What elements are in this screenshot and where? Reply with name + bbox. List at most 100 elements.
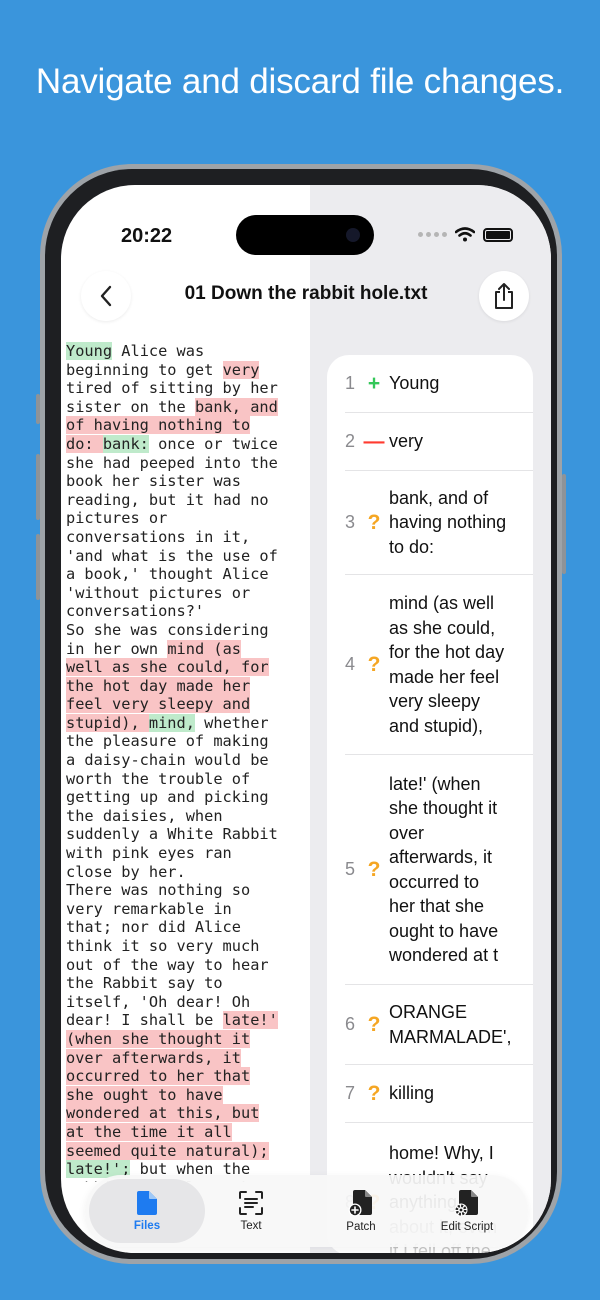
removed-text[interactable]: the hot day made her <box>66 676 251 695</box>
change-row[interactable]: 4? mind (as well as she could, for the ho… <box>345 575 533 755</box>
text-segment: think it so very much <box>66 937 260 955</box>
text-line: itself, 'Oh dear! Oh <box>66 993 311 1012</box>
removed-text[interactable]: very <box>222 360 260 379</box>
text-line: wondered at this, but <box>66 1104 311 1123</box>
text-segment: Alice was <box>112 342 205 360</box>
change-row[interactable]: 5? late!' (when she thought it over after… <box>345 755 533 985</box>
removed-text[interactable]: stupid), <box>66 713 149 732</box>
text-segment: tired of sitting by her <box>66 379 278 398</box>
tab-label: Patch <box>346 1221 376 1233</box>
changes-list: 1 + Young 2 — very 3? bank, and of having nothi… <box>327 355 533 1253</box>
text-line: sister on the bank, and <box>66 397 311 417</box>
removed-text[interactable]: (when she thought it <box>66 1029 251 1048</box>
text-segment: reading, but it had no <box>66 490 269 509</box>
text-line: dear! I shall be late!' <box>66 1011 311 1030</box>
text-line: beginning to get very <box>66 360 311 380</box>
share-button[interactable] <box>479 271 529 321</box>
text-line: over afterwards, it <box>66 1048 311 1068</box>
text-segment: a daisy-chain would be <box>66 751 269 770</box>
change-text: bank, and of having nothing to do: <box>389 487 507 557</box>
text-line: well as she could, for <box>66 658 311 677</box>
removed-text[interactable]: do: <box>66 434 103 453</box>
question-icon: ? <box>367 652 381 676</box>
removed-text[interactable]: occurred to her that <box>66 1067 251 1086</box>
change-text: very <box>389 431 424 452</box>
removed-text[interactable]: over afterwards, it <box>66 1048 241 1067</box>
text-segment: conversations?' <box>66 602 205 621</box>
removed-text[interactable]: late!' <box>222 1011 278 1030</box>
status-icons <box>418 227 513 242</box>
text-line: feel very sleepy and <box>66 695 311 714</box>
change-row[interactable]: 1 + Young <box>345 355 533 413</box>
change-text: ORANGE MARMALADE', <box>389 1002 512 1047</box>
text-line: the daisies, when <box>66 807 311 826</box>
tab-edit-script[interactable]: Edit Script <box>415 1179 519 1243</box>
text-segment: suddenly a White Rabbit <box>66 825 278 844</box>
tab-text[interactable]: Text <box>199 1179 303 1243</box>
text-line: 'without pictures or <box>66 584 311 603</box>
added-text[interactable]: bank: <box>102 434 149 453</box>
file-text-view[interactable]: Young Alice was beginning to get very tire… <box>66 342 311 1182</box>
text-line: conversations in it, <box>66 528 311 547</box>
text-line: reading, but it had no <box>66 491 311 510</box>
change-number: 5 <box>345 859 356 879</box>
tab-label: Files <box>133 1220 161 1232</box>
text-line: 'and what is the use of <box>66 547 311 566</box>
text-segment: the daisies, when <box>66 806 223 825</box>
text-line: of having nothing to <box>66 416 311 435</box>
removed-text[interactable]: well as she could, for <box>66 658 269 677</box>
text-line: out of the way to hear <box>66 956 311 975</box>
text-segment: once or twice <box>148 434 278 453</box>
change-row[interactable]: 6? ORANGE MARMALADE', <box>345 985 533 1065</box>
change-number: 7 <box>345 1083 356 1103</box>
removed-text[interactable]: feel very sleepy and <box>66 695 251 714</box>
added-text[interactable]: mind, <box>148 713 195 732</box>
text-line: she ought to have <box>66 1085 311 1105</box>
change-row[interactable]: 3? bank, and of having nothing to do: <box>345 471 533 575</box>
tab-label: Edit Script <box>440 1221 494 1233</box>
removed-text[interactable]: seemed quite natural); <box>66 1141 269 1160</box>
text-segment: sister on the <box>66 397 195 416</box>
removed-text[interactable]: mind (as <box>167 639 241 658</box>
text-scan-icon <box>239 1191 263 1215</box>
text-line: (when she thought it <box>66 1029 311 1049</box>
plus-icon: + <box>367 371 381 395</box>
dynamic-island <box>236 215 374 255</box>
question-icon: ? <box>367 1081 381 1105</box>
text-line: a daisy-chain would be <box>66 751 311 770</box>
change-number: 6 <box>345 1014 356 1034</box>
text-line: in her own mind (as <box>66 639 311 659</box>
text-segment: getting up and picking <box>66 788 269 807</box>
text-line: occurred to her that <box>66 1067 311 1086</box>
text-line: close by her. <box>66 863 311 882</box>
question-icon: ? <box>367 1012 381 1036</box>
status-time: 20:22 <box>121 225 173 247</box>
back-button[interactable] <box>81 271 131 321</box>
change-row[interactable]: 2 — very <box>345 413 533 471</box>
removed-text[interactable]: of having nothing to <box>66 416 251 435</box>
text-segment: out of the way to hear <box>66 955 269 974</box>
tab-bar: Files Text Patch Edit Script <box>85 1175 528 1247</box>
file-title: 01 Down the rabbit hole.txt <box>184 283 428 304</box>
added-text[interactable]: Young <box>66 342 113 360</box>
text-line: tired of sitting by her <box>66 379 311 398</box>
change-text: Young <box>389 373 440 394</box>
text-segment: worth the trouble of <box>66 769 251 788</box>
removed-text[interactable]: wondered at this, but <box>66 1104 260 1123</box>
removed-text[interactable]: at the time it all <box>66 1122 232 1141</box>
text-segment: beginning to get <box>66 360 223 379</box>
text-line: do: bank: once or twice <box>66 434 311 454</box>
change-number: 4 <box>345 654 356 674</box>
removed-text[interactable]: she ought to have <box>66 1085 223 1104</box>
text-line: she had peeped into the <box>66 454 311 473</box>
text-segment: very remarkable in <box>66 899 232 918</box>
text-segment: So she was considering <box>66 620 269 639</box>
text-line: worth the trouble of <box>66 770 311 789</box>
change-row[interactable]: 7? killing <box>345 1065 533 1123</box>
removed-text[interactable]: bank, and <box>194 397 278 416</box>
text-line: the Rabbit say to <box>66 974 311 993</box>
tab-files[interactable]: Files <box>89 1179 205 1243</box>
tab-patch[interactable]: Patch <box>309 1179 413 1243</box>
text-segment: she had peeped into the <box>66 453 278 472</box>
text-line: the hot day made her <box>66 676 311 696</box>
